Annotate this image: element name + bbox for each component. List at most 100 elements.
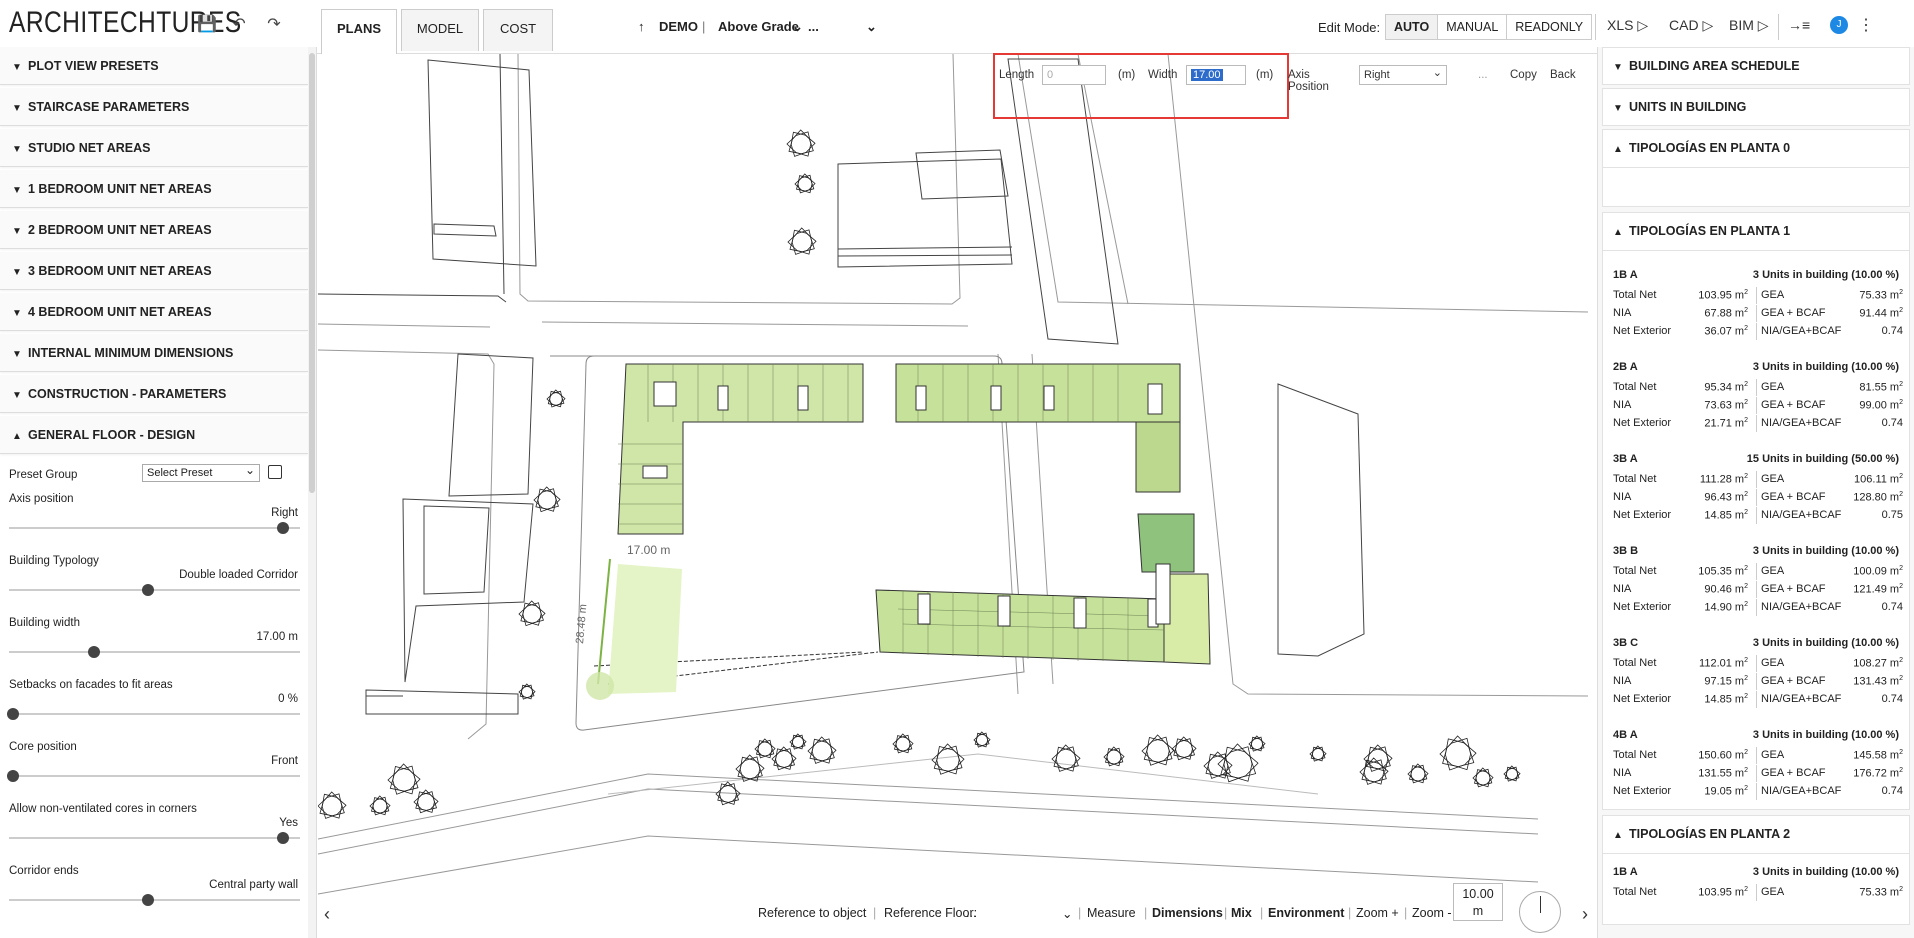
- scale-value: 10.00: [1462, 887, 1494, 901]
- level-dropdown-chevron-icon[interactable]: ⌄: [866, 19, 877, 35]
- user-avatar[interactable]: J: [1830, 16, 1848, 34]
- left-scrollbar[interactable]: [308, 47, 316, 938]
- slider-thumb[interactable]: [277, 522, 289, 534]
- param-value: Front: [271, 755, 298, 767]
- section-planta-2[interactable]: ▲ TIPOLOGÍAS EN PLANTA 2: [1603, 816, 1909, 854]
- param-value: 17.00 m: [256, 631, 298, 643]
- unit-name: 2B A: [1613, 361, 1638, 373]
- unit-count: 15 Units in building (50.00 %): [1746, 453, 1899, 465]
- measure-button[interactable]: Measure: [1087, 906, 1136, 920]
- slider-track[interactable]: [9, 589, 300, 591]
- slider-thumb[interactable]: [7, 708, 19, 720]
- more-options-icon[interactable]: ⋮: [1858, 15, 1874, 35]
- floor-selector[interactable]: Above Grade: [718, 19, 799, 34]
- slider-track[interactable]: [9, 651, 300, 653]
- environment-button[interactable]: Environment: [1268, 906, 1344, 920]
- section-4-bedroom[interactable]: ▼ 4 BEDROOM UNIT NET AREAS: [0, 293, 308, 331]
- axis-position-select[interactable]: Right ⌄: [1359, 65, 1447, 85]
- section-studio-net-areas[interactable]: ▼ STUDIO NET AREAS: [0, 129, 308, 167]
- tab-cost[interactable]: COST: [483, 9, 553, 51]
- slider-thumb[interactable]: [7, 770, 19, 782]
- slider-thumb[interactable]: [142, 584, 154, 596]
- param-value: Right: [271, 507, 298, 519]
- param-row: Setbacks on facades to fit areas 0 %: [0, 675, 316, 737]
- tab-model[interactable]: MODEL: [401, 9, 479, 51]
- slider-track[interactable]: [9, 713, 300, 715]
- import-list-icon[interactable]: →≡: [1788, 17, 1810, 33]
- slider-thumb[interactable]: [142, 894, 154, 906]
- section-planta-0[interactable]: ▲ TIPOLOGÍAS EN PLANTA 0: [1603, 130, 1909, 168]
- save-icon[interactable]: 💾: [196, 14, 218, 36]
- dimension-edit-highlight: [993, 53, 1289, 119]
- divider: [1778, 14, 1779, 40]
- north-arrow-icon: ↑: [638, 19, 645, 34]
- divider: [1595, 14, 1596, 40]
- redo-icon[interactable]: ↷: [263, 14, 285, 36]
- reference-object-button[interactable]: Reference to object: [758, 906, 866, 920]
- section-2-bedroom[interactable]: ▼ 2 BEDROOM UNIT NET AREAS: [0, 211, 308, 249]
- planta-1-box: ▲ TIPOLOGÍAS EN PLANTA 1 1B A 3 Units in b…: [1602, 212, 1910, 810]
- section-plot-view-presets[interactable]: ▼ PLOT VIEW PRESETS: [0, 47, 308, 85]
- export-xls-button[interactable]: XLS ▷: [1607, 17, 1648, 34]
- chevron-down-icon: ⌄: [1432, 67, 1442, 79]
- copy-button[interactable]: Copy: [1510, 69, 1537, 81]
- floor-chevron-icon[interactable]: ⌄: [792, 19, 803, 35]
- undo-icon[interactable]: ↶: [228, 14, 250, 36]
- unit-count: 3 Units in building (10.00 %): [1752, 729, 1899, 741]
- more-dots[interactable]: ...: [1478, 69, 1488, 81]
- section-planta-1[interactable]: ▲ TIPOLOGÍAS EN PLANTA 1: [1603, 213, 1909, 251]
- tab-plans[interactable]: PLANS: [321, 9, 397, 55]
- mode-manual-button[interactable]: MANUAL: [1438, 15, 1508, 39]
- unit-card: 4B A3 Units in building (10.00 %) Total N…: [1603, 717, 1909, 809]
- slider-track[interactable]: [9, 527, 300, 529]
- unit-card: 1B A3 Units in building (10.00 %) Total N…: [1603, 257, 1909, 349]
- section-building-area-schedule[interactable]: ▼ BUILDING AREA SCHEDULE: [1602, 47, 1910, 85]
- length-input[interactable]: 0: [1042, 65, 1106, 85]
- slider-track[interactable]: [9, 775, 300, 777]
- section-units-in-building[interactable]: ▼ UNITS IN BUILDING: [1602, 88, 1910, 126]
- unit-count: 3 Units in building (10.00 %): [1752, 269, 1899, 281]
- export-cad-button[interactable]: CAD ▷: [1669, 17, 1713, 34]
- section-3-bedroom[interactable]: ▼ 3 BEDROOM UNIT NET AREAS: [0, 252, 308, 290]
- project-name[interactable]: DEMO: [659, 19, 698, 34]
- width-input[interactable]: 17.00: [1186, 65, 1246, 85]
- zoom-in-button[interactable]: Zoom +: [1356, 906, 1399, 920]
- param-value: 0 %: [278, 693, 298, 705]
- compass-icon[interactable]: [1519, 891, 1561, 933]
- section-internal-min-dimensions[interactable]: ▼ INTERNAL MINIMUM DIMENSIONS: [0, 334, 308, 372]
- save-preset-icon[interactable]: [268, 465, 282, 479]
- back-button[interactable]: Back: [1550, 69, 1576, 81]
- mix-button[interactable]: Mix: [1231, 906, 1252, 920]
- edit-mode-label: Edit Mode:: [1318, 20, 1381, 35]
- floor-ellipsis[interactable]: ...: [808, 19, 819, 34]
- preset-group-row: Preset Group Select Preset: [0, 457, 316, 489]
- dimension-width-label: 17.00 m: [627, 543, 670, 557]
- scale-indicator: 10.00 m: [1453, 883, 1503, 921]
- slider-thumb[interactable]: [277, 832, 289, 844]
- param-row: Allow non-ventilated cores in corners Yes: [0, 799, 316, 861]
- section-staircase-parameters[interactable]: ▼ STAIRCASE PARAMETERS: [0, 88, 308, 126]
- slider-thumb[interactable]: [88, 646, 100, 658]
- export-bim-button[interactable]: BIM ▷: [1729, 17, 1769, 34]
- unit-card: 3B C3 Units in building (10.00 %) Total N…: [1603, 625, 1909, 717]
- section-construction-parameters[interactable]: ▼ CONSTRUCTION - PARAMETERS: [0, 375, 308, 413]
- site-plan-drawing[interactable]: 17.00 m 28.48 m: [318, 54, 1596, 938]
- zoom-out-button[interactable]: Zoom -: [1412, 906, 1452, 920]
- slider-track[interactable]: [9, 837, 300, 839]
- scrollbar-thumb[interactable]: [309, 53, 315, 493]
- chevron-down-icon[interactable]: ⌄: [1062, 906, 1072, 921]
- slider-track[interactable]: [9, 899, 300, 901]
- dimensions-button[interactable]: Dimensions: [1152, 906, 1223, 920]
- reference-floor-select[interactable]: ...: [966, 906, 976, 920]
- panel-right-arrow-icon[interactable]: ›: [1582, 904, 1588, 925]
- chevron-down-icon: ▼: [12, 103, 22, 114]
- plan-canvas[interactable]: 17.00 m 28.48 m: [318, 54, 1596, 938]
- preset-select[interactable]: Select Preset: [142, 462, 260, 482]
- mode-readonly-button[interactable]: READONLY: [1507, 15, 1592, 39]
- unit-name: 3B A: [1613, 453, 1638, 465]
- section-general-floor-design[interactable]: ▲ GENERAL FLOOR - DESIGN: [0, 416, 308, 454]
- param-label: Axis position: [9, 493, 74, 505]
- section-1-bedroom[interactable]: ▼ 1 BEDROOM UNIT NET AREAS: [0, 170, 308, 208]
- mode-auto-button[interactable]: AUTO: [1386, 15, 1439, 39]
- chevron-up-icon: ▲: [1613, 144, 1623, 155]
